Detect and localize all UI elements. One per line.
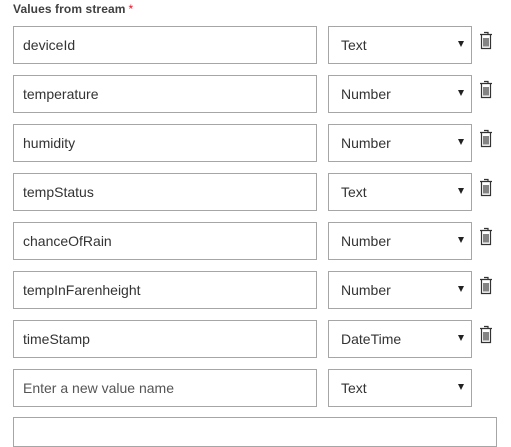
value-row: DateTime	[13, 320, 503, 358]
value-row: Text	[13, 26, 503, 64]
value-type-selected: Text	[341, 184, 367, 200]
value-name-input[interactable]	[13, 320, 317, 358]
value-type-select[interactable]: Text	[328, 173, 472, 211]
value-type-selected: Text	[341, 37, 367, 53]
value-row: Text	[13, 173, 503, 211]
trash-icon[interactable]	[479, 129, 493, 149]
new-value-type-selected: Text	[341, 380, 367, 396]
chevron-down-icon	[458, 237, 464, 243]
value-row: Number	[13, 222, 503, 260]
new-value-type-select[interactable]: Text	[328, 369, 472, 407]
chevron-down-icon	[458, 41, 464, 47]
value-type-select[interactable]: Number	[328, 271, 472, 309]
trash-icon[interactable]	[479, 325, 493, 345]
value-type-selected: Number	[341, 86, 391, 102]
chevron-down-icon	[458, 286, 464, 292]
chevron-down-icon	[458, 384, 464, 390]
trash-icon[interactable]	[479, 80, 493, 100]
chevron-down-icon	[458, 139, 464, 145]
trash-icon[interactable]	[479, 227, 493, 247]
value-type-select[interactable]: Number	[328, 124, 472, 162]
new-value-name-input[interactable]	[13, 369, 317, 407]
required-marker: *	[128, 2, 134, 16]
value-type-select[interactable]: DateTime	[328, 320, 472, 358]
value-type-select[interactable]: Number	[328, 75, 472, 113]
value-name-input[interactable]	[13, 173, 317, 211]
value-name-input[interactable]	[13, 124, 317, 162]
value-row: Number	[13, 75, 503, 113]
value-name-input[interactable]	[13, 26, 317, 64]
value-row: Number	[13, 124, 503, 162]
value-type-select[interactable]: Number	[328, 222, 472, 260]
value-row: Number	[13, 271, 503, 309]
chevron-down-icon	[458, 90, 464, 96]
new-value-row: Text	[13, 369, 503, 407]
chevron-down-icon	[458, 188, 464, 194]
value-type-selected: Number	[341, 233, 391, 249]
value-name-input[interactable]	[13, 271, 317, 309]
trash-icon[interactable]	[479, 31, 493, 51]
chevron-down-icon	[458, 335, 464, 341]
trash-icon[interactable]	[479, 178, 493, 198]
trash-icon[interactable]	[479, 276, 493, 296]
value-type-select[interactable]: Text	[328, 26, 472, 64]
value-name-input[interactable]	[13, 222, 317, 260]
value-type-selected: Number	[341, 135, 391, 151]
next-field[interactable]	[13, 417, 497, 447]
section-label-text: Values from stream	[13, 2, 126, 16]
value-name-input[interactable]	[13, 75, 317, 113]
value-type-selected: Number	[341, 282, 391, 298]
section-label: Values from stream *	[13, 2, 133, 16]
value-type-selected: DateTime	[341, 331, 402, 347]
